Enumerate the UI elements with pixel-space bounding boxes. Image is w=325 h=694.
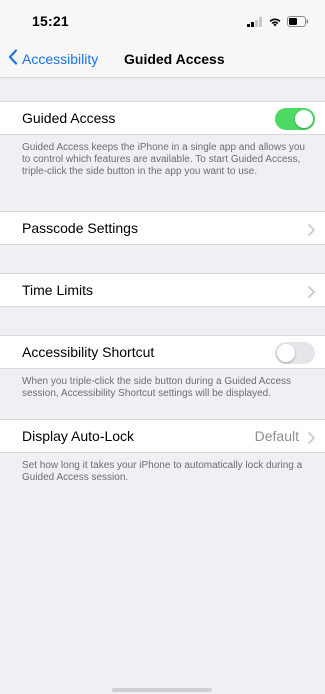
passcode-settings-label: Passcode Settings (22, 220, 138, 236)
chevron-right-icon (308, 223, 315, 241)
accessibility-shortcut-label: Accessibility Shortcut (22, 344, 155, 360)
display-auto-lock-label: Display Auto-Lock (22, 428, 135, 444)
toggle-knob (277, 344, 295, 362)
toggle-knob (295, 110, 313, 128)
guided-access-description: Guided Access keeps the iPhone in a sing… (22, 142, 305, 177)
chevron-right-icon (308, 431, 315, 449)
time-limits-row[interactable]: Time Limits (0, 273, 325, 307)
accessibility-shortcut-description: When you triple-click the side button du… (22, 376, 292, 399)
cellular-signal-icon (247, 14, 263, 32)
display-auto-lock-row[interactable]: Display Auto-Lock Default (0, 419, 325, 453)
navigation-bar: Accessibility Guided Access (0, 40, 325, 78)
status-icons (247, 14, 309, 32)
time-limits-label: Time Limits (22, 282, 94, 298)
wifi-icon (268, 14, 282, 32)
guided-access-label: Guided Access (22, 110, 116, 126)
status-bar: 15:21 (0, 0, 325, 40)
status-time: 15:21 (32, 13, 69, 29)
screen: 15:21 Accessibility Guided Access Guided… (0, 0, 325, 694)
chevron-left-icon (8, 49, 18, 68)
passcode-settings-row[interactable]: Passcode Settings (0, 211, 325, 245)
back-button-label: Accessibility (22, 50, 99, 67)
guided-access-toggle[interactable] (275, 108, 315, 130)
back-button[interactable]: Accessibility (8, 49, 98, 68)
home-indicator (112, 688, 212, 692)
display-auto-lock-description: Set how long it takes your iPhone to aut… (22, 460, 303, 483)
accessibility-shortcut-toggle[interactable] (275, 342, 315, 364)
page-title: Guided Access (124, 51, 225, 67)
display-auto-lock-value: Default (254, 428, 299, 444)
battery-icon (287, 14, 309, 32)
accessibility-shortcut-row: Accessibility Shortcut (0, 335, 325, 369)
chevron-right-icon (308, 285, 315, 303)
guided-access-row: Guided Access (0, 101, 325, 135)
